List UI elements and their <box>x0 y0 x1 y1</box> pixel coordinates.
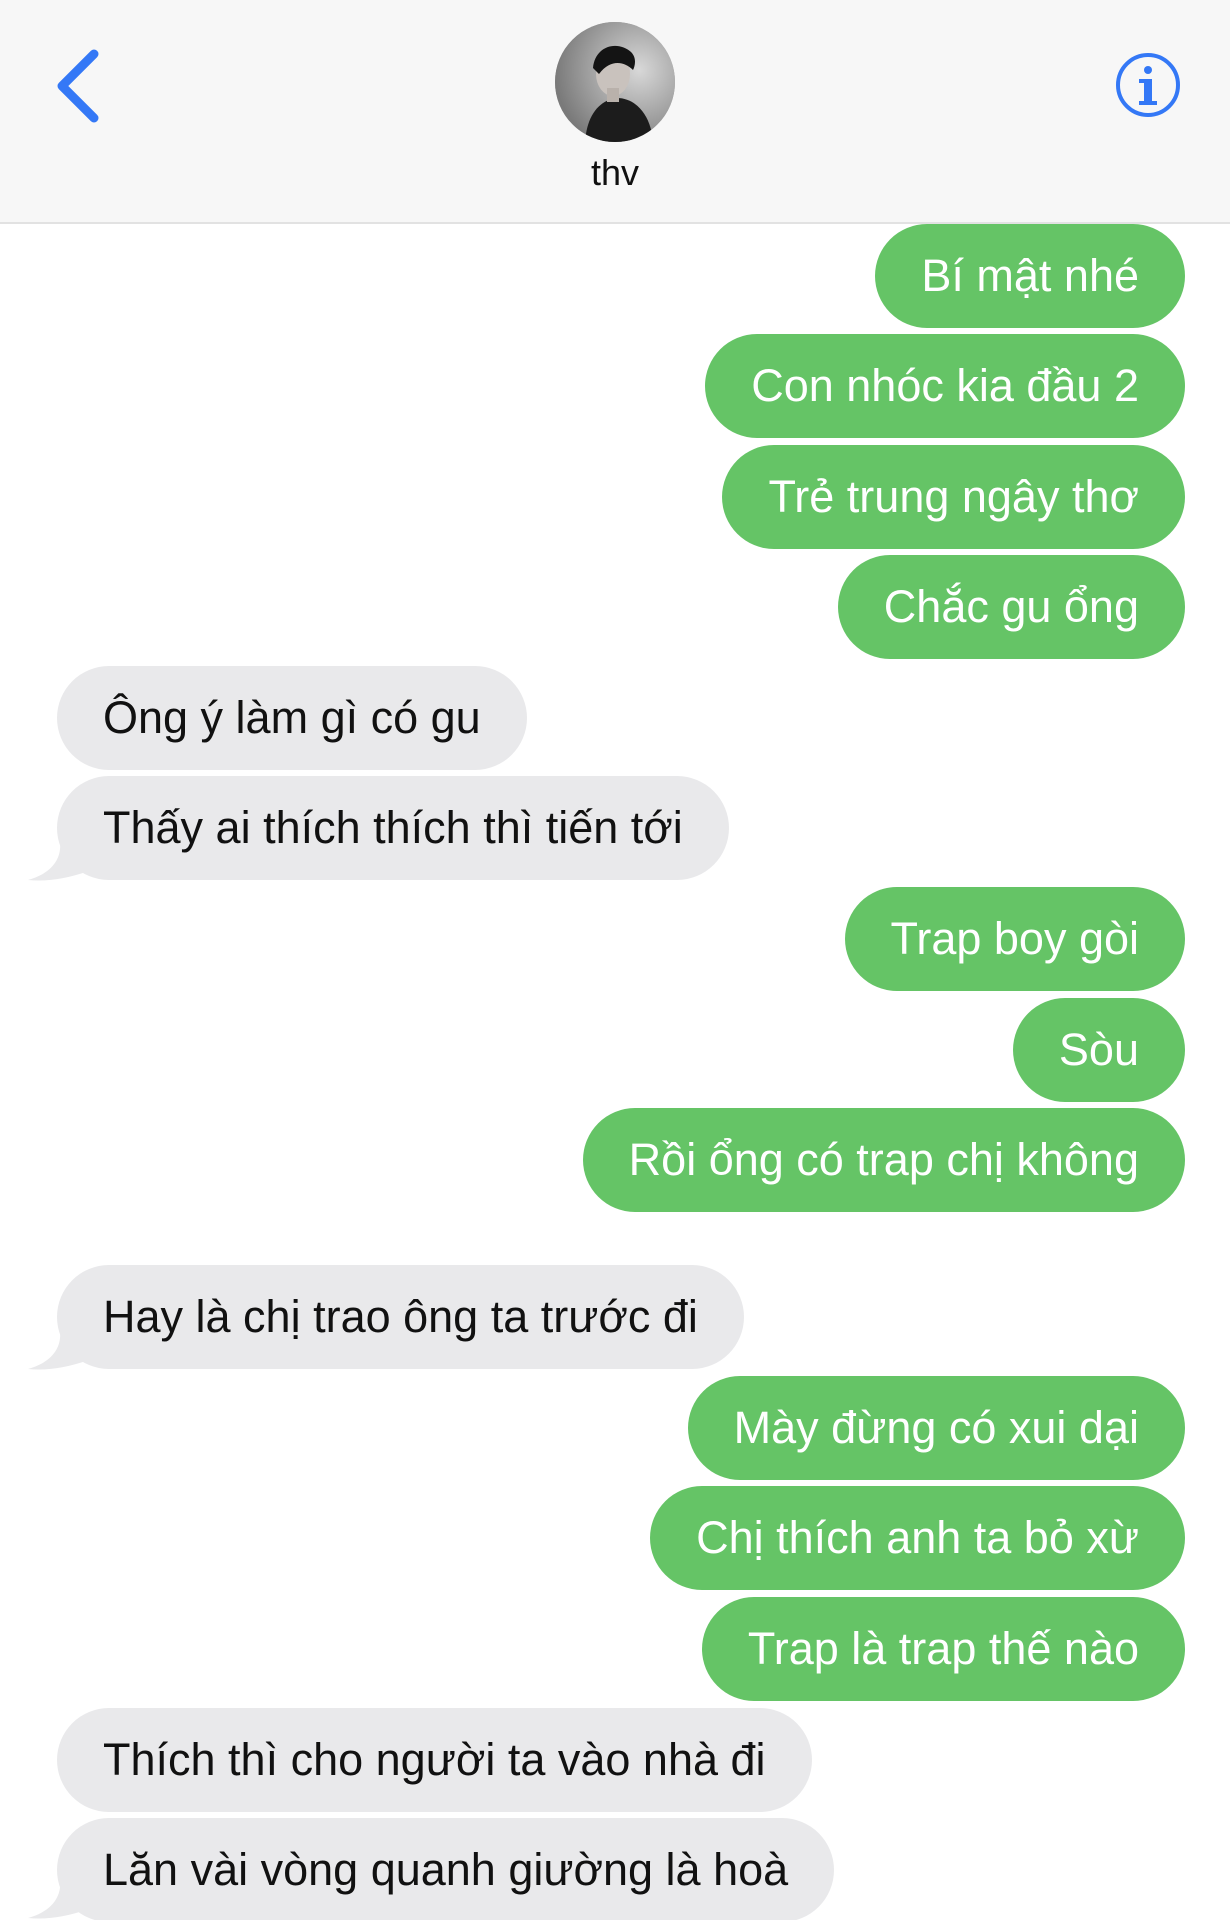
info-circle-icon <box>1116 53 1180 117</box>
outgoing-message[interactable]: Chị thích anh ta bỏ xừ <box>650 1486 1185 1590</box>
chevron-left-icon <box>57 49 99 123</box>
incoming-bubble-tail <box>28 1880 86 1919</box>
incoming-bubble-tail <box>28 842 86 881</box>
message-thread[interactable]: Bí mật nhé Con nhóc kia đầu 2 Trẻ trung … <box>0 224 1230 1920</box>
contact-name[interactable]: thv <box>0 152 1230 194</box>
back-button[interactable] <box>50 46 110 126</box>
outgoing-message[interactable]: Trap là trap thế nào <box>701 1597 1185 1701</box>
outgoing-message[interactable]: Rồi ổng có trap chị không <box>582 1108 1185 1212</box>
avatar-photo <box>555 22 675 142</box>
incoming-message[interactable]: Thấy ai thích thích thì tiến tới <box>57 776 729 880</box>
contact-avatar[interactable] <box>555 22 675 142</box>
incoming-message[interactable]: Hay là chị trao ông ta trước đi <box>57 1265 744 1369</box>
outgoing-message[interactable]: Sòu <box>1012 998 1185 1102</box>
incoming-message[interactable]: Thích thì cho người ta vào nhà đi <box>57 1708 812 1812</box>
outgoing-message[interactable]: Trẻ trung ngây thơ <box>722 445 1185 549</box>
incoming-message[interactable]: Lăn vài vòng quanh giường là hoà <box>57 1818 835 1920</box>
outgoing-message[interactable]: Con nhóc kia đầu 2 <box>705 334 1185 438</box>
outgoing-message[interactable]: Chắc gu ổng <box>837 555 1185 659</box>
info-button[interactable] <box>1115 52 1181 118</box>
outgoing-message[interactable]: Trap boy gòi <box>844 887 1185 991</box>
incoming-message[interactable]: Ông ý làm gì có gu <box>57 666 527 770</box>
conversation-header: thv <box>0 0 1230 224</box>
outgoing-message[interactable]: Bí mật nhé <box>875 224 1185 328</box>
incoming-bubble-tail <box>28 1331 86 1370</box>
outgoing-message[interactable]: Mày đừng có xui dại <box>687 1376 1185 1480</box>
